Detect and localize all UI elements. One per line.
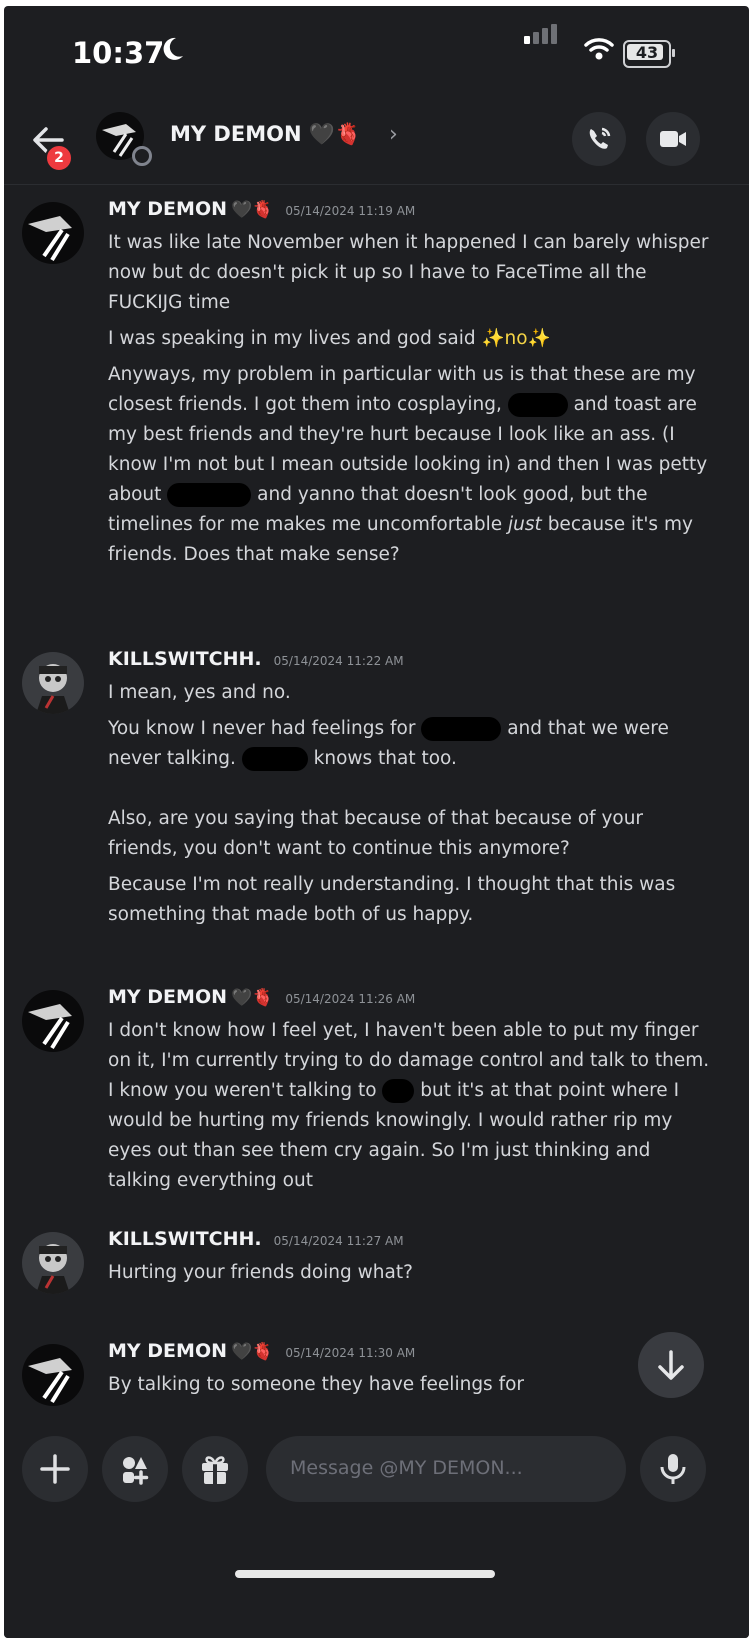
microphone-icon [660, 1454, 686, 1484]
channel-title[interactable]: MY DEMON 🖤🫀 [170, 122, 361, 147]
voice-call-button[interactable] [572, 112, 626, 166]
redaction [421, 717, 502, 741]
redaction [507, 393, 568, 417]
message-text: I mean, yes and no. [108, 682, 291, 703]
message-content: By talking to someone they have feelings… [108, 1370, 718, 1400]
jump-to-bottom-button[interactable] [638, 1332, 704, 1398]
message-header: KILLSWITCHH. 05/14/2024 11:27 AM [108, 1228, 404, 1250]
redaction [382, 1079, 415, 1103]
author-name[interactable]: MY DEMON [108, 198, 227, 220]
voice-message-button[interactable] [640, 1436, 706, 1502]
chat-header: 2 MY DEMON 🖤🫀 › [4, 102, 749, 185]
message-text: Anyways, my problem in particular with u… [108, 364, 708, 565]
avatar[interactable] [22, 1344, 84, 1406]
home-indicator[interactable] [235, 1570, 495, 1578]
redaction [167, 483, 252, 507]
timestamp: 05/14/2024 11:19 AM [285, 204, 416, 218]
chevron-right-icon[interactable]: › [389, 122, 398, 147]
message-header: MY DEMON 🖤🫀 05/14/2024 11:19 AM [108, 198, 415, 220]
moon-icon [162, 36, 184, 62]
status-time: 10:37 [72, 36, 165, 70]
message-list[interactable]: MY DEMON 🖤🫀 05/14/2024 11:19 AM It was lik… [4, 184, 749, 1422]
message-text: Because I'm not really understanding. I … [108, 874, 676, 925]
wifi-icon [584, 36, 614, 60]
attach-button[interactable] [22, 1436, 88, 1502]
author-name[interactable]: KILLSWITCHH. [108, 648, 262, 670]
avatar[interactable] [22, 1232, 84, 1294]
timestamp: 05/14/2024 11:27 AM [273, 1234, 404, 1248]
avatar[interactable] [22, 202, 84, 264]
discord-dm-screen: 10:37 43 2 MY DEMON 🖤🫀 › MY DEMON 🖤🫀 05/… [4, 6, 749, 1638]
gift-button[interactable] [182, 1436, 248, 1502]
avatar[interactable] [22, 990, 84, 1052]
video-camera-icon [660, 131, 686, 147]
timestamp: 05/14/2024 11:26 AM [285, 992, 416, 1006]
status-bar: 10:37 43 [4, 6, 749, 102]
author-emoji: 🖤🫀 [231, 1342, 274, 1362]
message-header: MY DEMON 🖤🫀 05/14/2024 11:30 AM [108, 1340, 415, 1362]
message-content: I don't know how I feel yet, I haven't b… [108, 1016, 718, 1196]
battery-icon: 43 [623, 40, 675, 68]
timestamp: 05/14/2024 11:30 AM [285, 1346, 416, 1360]
arrow-down-icon [658, 1350, 684, 1380]
gift-icon [202, 1456, 228, 1484]
message-text: I was speaking in my lives and god said … [108, 328, 551, 349]
timestamp: 05/14/2024 11:22 AM [273, 654, 404, 668]
message-content: It was like late November when it happen… [108, 228, 718, 570]
author-emoji: 🖤🫀 [231, 988, 274, 1008]
message-header: KILLSWITCHH. 05/14/2024 11:22 AM [108, 648, 404, 670]
message-text: Hurting your friends doing what? [108, 1262, 413, 1283]
message-text: I don't know how I feel yet, I haven't b… [108, 1020, 710, 1191]
avatar[interactable] [22, 652, 84, 714]
message-text: Also, are you saying that because of tha… [108, 808, 644, 859]
plus-icon [40, 1454, 70, 1484]
message-text: You know I never had feelings for and th… [108, 717, 669, 771]
apps-button[interactable] [102, 1436, 168, 1502]
video-call-button[interactable] [646, 112, 700, 166]
message-content: Hurting your friends doing what? [108, 1258, 718, 1288]
phone-call-icon [589, 127, 611, 149]
message-text: It was like late November when it happen… [108, 232, 709, 313]
message-input[interactable]: Message @MY DEMON... [266, 1436, 626, 1502]
message-content: I mean, yes and no. You know I never had… [108, 678, 718, 930]
author-emoji: 🖤🫀 [231, 200, 274, 220]
redaction [241, 747, 308, 771]
message-input-placeholder: Message @MY DEMON... [290, 1457, 523, 1479]
unread-badge: 2 [45, 144, 73, 172]
offline-status-icon [132, 146, 152, 166]
message-header: MY DEMON 🖤🫀 05/14/2024 11:26 AM [108, 986, 415, 1008]
message-text: By talking to someone they have feelings… [108, 1374, 525, 1395]
author-name[interactable]: MY DEMON [108, 1340, 227, 1362]
apps-icon [123, 1457, 149, 1485]
author-name[interactable]: MY DEMON [108, 986, 227, 1008]
author-name[interactable]: KILLSWITCHH. [108, 1228, 262, 1250]
composer-bar: Message @MY DEMON... [4, 1422, 749, 1638]
battery-level: 43 [635, 43, 659, 62]
